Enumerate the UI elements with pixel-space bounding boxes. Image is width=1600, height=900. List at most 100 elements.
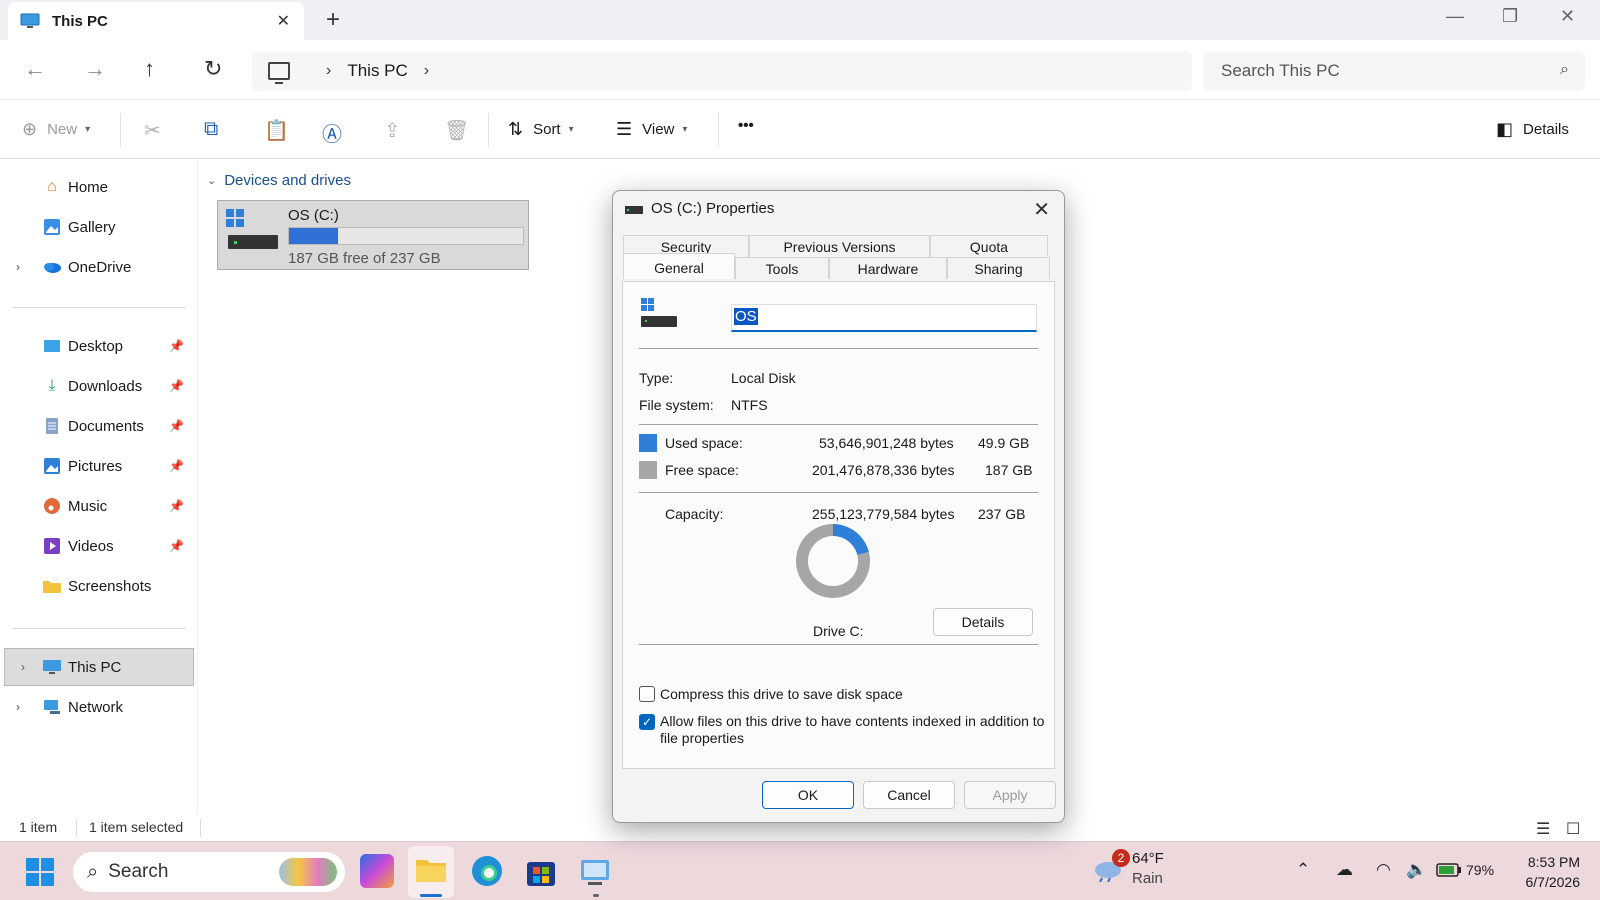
- wifi-icon[interactable]: ◠: [1376, 860, 1391, 880]
- back-arrow-icon[interactable]: ←: [24, 56, 46, 82]
- tab-close-icon[interactable]: ✕: [277, 11, 290, 31]
- taskbar-search[interactable]: ⌕ Search: [73, 852, 345, 892]
- pin-icon[interactable]: 📌: [169, 339, 184, 353]
- divider: [639, 424, 1038, 425]
- documents-icon: [42, 416, 62, 436]
- sidebar-item-onedrive[interactable]: › OneDrive: [0, 248, 194, 286]
- chevron-right-icon[interactable]: ›: [16, 260, 20, 274]
- onedrive-offline-icon[interactable]: ☁: [1336, 860, 1353, 880]
- drive-tile-c[interactable]: OS (C:) 187 GB free of 237 GB: [217, 200, 529, 270]
- store-icon[interactable]: [524, 854, 558, 888]
- sidebar-item-label: OneDrive: [68, 258, 132, 276]
- type-value: Local Disk: [731, 370, 796, 386]
- start-icon[interactable]: [26, 858, 54, 886]
- group-header[interactable]: ⌄ Devices and drives: [207, 172, 351, 189]
- sidebar-item-home[interactable]: ⌂ Home: [0, 168, 194, 206]
- new-button[interactable]: ⊕ New ▾: [22, 119, 90, 140]
- forward-arrow-icon[interactable]: →: [84, 56, 106, 82]
- tab-this-pc[interactable]: This PC ✕: [8, 2, 304, 40]
- drive-usage-bar: [288, 227, 524, 245]
- group-header-label: Devices and drives: [224, 172, 351, 189]
- battery-icon[interactable]: [1436, 863, 1462, 877]
- edge-icon[interactable]: [470, 854, 504, 888]
- compress-checkbox[interactable]: [639, 686, 655, 702]
- tab-previous-versions[interactable]: Previous Versions: [749, 235, 930, 257]
- downloads-icon: ⤓: [48, 377, 56, 394]
- index-checkbox[interactable]: ✓: [639, 714, 655, 730]
- details-pane-icon: ◧: [1496, 119, 1514, 139]
- tab-sharing[interactable]: Sharing: [947, 257, 1050, 279]
- minimize-button[interactable]: —: [1446, 6, 1464, 27]
- close-window-button[interactable]: ✕: [1560, 6, 1575, 27]
- up-arrow-icon[interactable]: ↑: [144, 56, 155, 82]
- control-panel-icon[interactable]: [578, 854, 612, 888]
- used-space-gb: 49.9 GB: [978, 435, 1030, 451]
- sidebar-item-videos[interactable]: Videos 📌: [0, 527, 194, 565]
- compress-label: Compress this drive to save disk space: [660, 686, 903, 702]
- maximize-button[interactable]: ❐: [1502, 6, 1518, 27]
- chevron-down-icon: ▾: [682, 124, 688, 135]
- share-icon[interactable]: ⇪: [384, 118, 401, 143]
- this-pc-icon: [20, 13, 40, 28]
- desktop-icon: [42, 336, 62, 356]
- details-label: Details: [1523, 121, 1569, 138]
- volume-icon[interactable]: 🔈: [1406, 860, 1427, 880]
- dialog-close-icon[interactable]: ✕: [1033, 197, 1050, 222]
- view-button[interactable]: ☰ View ▾: [616, 119, 687, 140]
- pin-icon[interactable]: 📌: [169, 379, 184, 393]
- disk-details-button[interactable]: Details: [933, 608, 1033, 636]
- file-explorer-icon[interactable]: [414, 852, 448, 886]
- sidebar-item-label: Network: [68, 698, 124, 716]
- more-options-button[interactable]: •••: [738, 117, 754, 134]
- sidebar-item-screenshots[interactable]: Screenshots: [0, 567, 194, 605]
- drive-name-input[interactable]: OS: [731, 304, 1037, 332]
- chevron-right-icon[interactable]: ›: [21, 660, 25, 674]
- sort-button[interactable]: ⇅ Sort ▾: [508, 119, 574, 140]
- tab-general[interactable]: General: [623, 253, 735, 279]
- address-bar[interactable]: › This PC ›: [252, 51, 1192, 91]
- pin-icon[interactable]: 📌: [169, 459, 184, 473]
- sidebar-item-downloads[interactable]: ⤓ Downloads 📌: [0, 367, 194, 405]
- sidebar-item-label: This PC: [68, 658, 122, 676]
- refresh-icon[interactable]: ↻: [204, 56, 222, 82]
- pin-icon[interactable]: 📌: [169, 499, 184, 513]
- pin-icon[interactable]: 📌: [169, 419, 184, 433]
- copy-icon[interactable]: ⧉: [204, 118, 218, 141]
- details-pane-button[interactable]: ◧ Details: [1496, 119, 1569, 140]
- search-icon: ⌕: [1560, 61, 1569, 78]
- divider: [718, 113, 719, 147]
- sidebar-item-documents[interactable]: Documents 📌: [0, 407, 194, 445]
- copilot-icon[interactable]: [360, 854, 394, 888]
- sidebar-item-music[interactable]: Music 📌: [0, 487, 194, 525]
- sidebar-item-pictures[interactable]: Pictures 📌: [0, 447, 194, 485]
- details-view-icon[interactable]: ☰: [1536, 819, 1550, 839]
- chevron-right-icon[interactable]: ›: [16, 700, 20, 714]
- new-tab-button[interactable]: +: [326, 6, 340, 34]
- cancel-button[interactable]: Cancel: [863, 781, 955, 809]
- apply-button[interactable]: Apply: [964, 781, 1056, 809]
- sidebar-item-gallery[interactable]: Gallery: [0, 208, 194, 246]
- sidebar-item-this-pc[interactable]: › This PC: [4, 648, 194, 686]
- tiles-view-icon[interactable]: ☐: [1566, 819, 1580, 839]
- clock[interactable]: 8:53 PM 6/7/2026: [1504, 852, 1581, 892]
- ok-button[interactable]: OK: [762, 781, 854, 809]
- pin-icon[interactable]: 📌: [169, 539, 184, 553]
- chevron-right-icon[interactable]: ›: [326, 62, 331, 80]
- chevron-right-icon[interactable]: ›: [424, 62, 429, 80]
- tab-quota[interactable]: Quota: [930, 235, 1048, 257]
- tab-tools[interactable]: Tools: [735, 257, 829, 279]
- rename-icon[interactable]: Ⓐ: [322, 118, 342, 147]
- search-input[interactable]: Search This PC ⌕: [1203, 51, 1585, 91]
- pictures-icon: [42, 456, 62, 476]
- tab-hardware[interactable]: Hardware: [829, 257, 947, 279]
- delete-icon[interactable]: 🗑: [444, 118, 469, 143]
- sidebar-item-desktop[interactable]: Desktop 📌: [0, 327, 194, 365]
- open-indicator: [593, 894, 599, 897]
- sidebar-item-network[interactable]: › Network: [0, 688, 194, 726]
- free-space-label: Free space:: [665, 462, 739, 478]
- chevron-up-icon[interactable]: ⌃: [1296, 860, 1310, 880]
- cut-icon[interactable]: ✂: [144, 118, 161, 143]
- breadcrumb-this-pc[interactable]: This PC: [347, 61, 407, 81]
- gallery-icon: [42, 217, 62, 237]
- paste-icon[interactable]: 📋: [264, 118, 289, 143]
